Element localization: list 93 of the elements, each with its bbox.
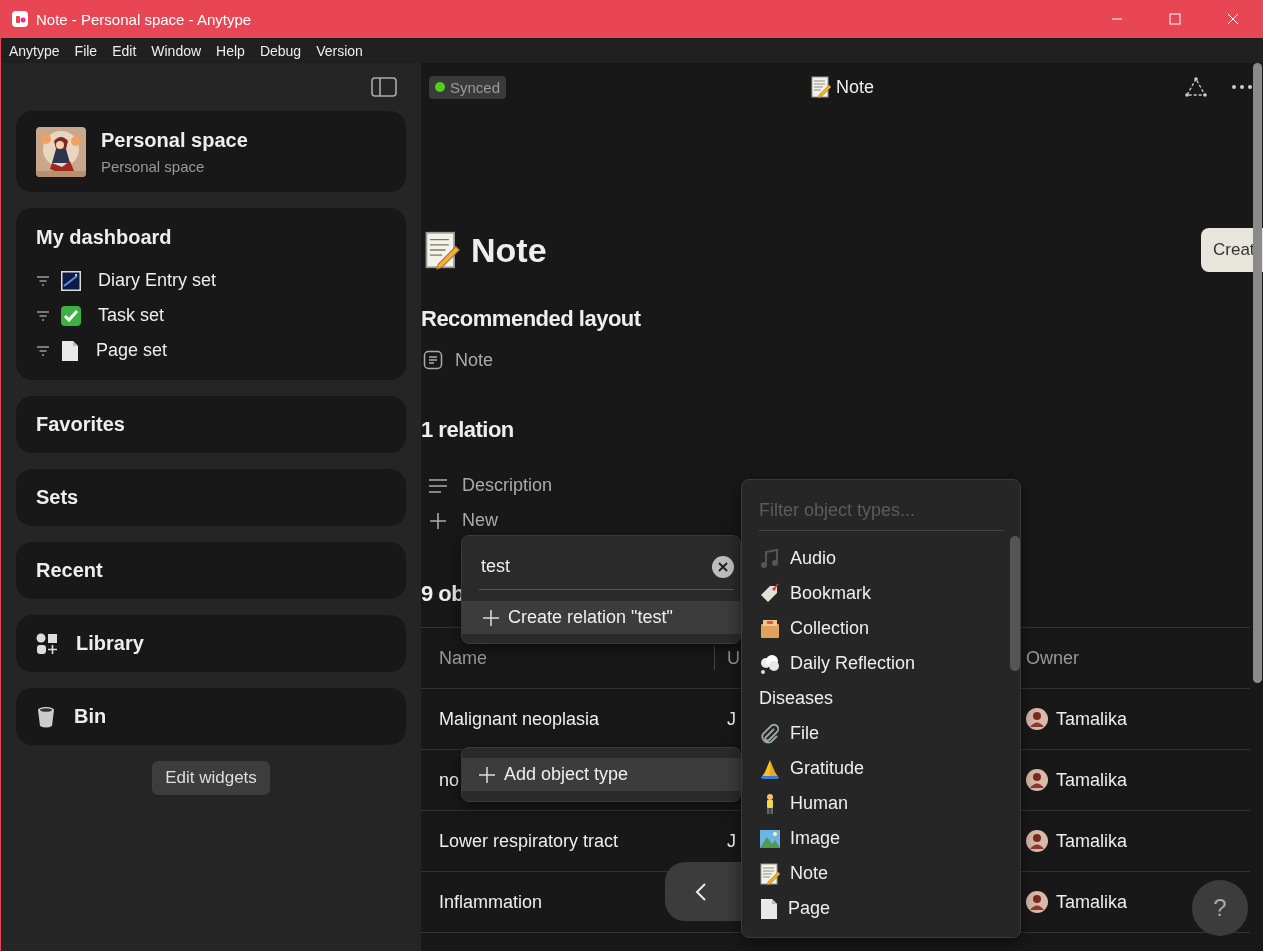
section-heading: Recommended layout (421, 306, 641, 332)
app-icon (12, 11, 28, 27)
sidebar-toggle-icon[interactable] (371, 77, 397, 97)
widget[interactable]: Sets (16, 469, 406, 526)
scrollbar[interactable] (1010, 536, 1020, 671)
menu-item[interactable]: Anytype (9, 42, 60, 59)
space-subtitle: Personal space (101, 157, 206, 175)
note-icon (810, 76, 832, 98)
widget[interactable]: Bin (16, 688, 406, 745)
avatar-icon (1026, 769, 1048, 791)
plus-icon (483, 609, 499, 626)
page-icon (60, 339, 80, 362)
section-heading: 1 relation (421, 417, 514, 443)
owner-name: Tamalika (1056, 708, 1128, 730)
library-icon (36, 632, 58, 655)
menu-item[interactable]: Help (216, 42, 245, 59)
object-type-item[interactable]: Page (742, 891, 1020, 926)
table-cell: Lower respiratory tract (439, 830, 619, 851)
box-icon (759, 617, 781, 640)
window-title: Note - Personal space - Anytype (36, 10, 253, 28)
avatar-icon (1026, 708, 1048, 730)
widget[interactable]: Library (16, 615, 406, 672)
object-type-item[interactable]: Note (742, 856, 1020, 891)
paperclip-icon (759, 722, 781, 745)
chevron-left-icon (695, 881, 707, 902)
plus-icon (479, 766, 495, 783)
table-cell: J (727, 830, 736, 851)
relation-search-field[interactable]: test (479, 555, 712, 578)
tag-icon (759, 582, 781, 605)
add-object-type-option[interactable]: Add object type (462, 758, 740, 791)
header-title: Note (836, 76, 875, 98)
dashboard-item[interactable]: Page set (36, 333, 386, 368)
person-icon (766, 793, 774, 814)
page-title: Note (471, 230, 547, 270)
widget-title[interactable]: My dashboard (36, 226, 172, 249)
clear-icon[interactable] (712, 555, 734, 578)
filter-icon (36, 345, 50, 356)
object-type-item[interactable]: Bookmark (742, 576, 1020, 611)
table-cell: Inflammation (439, 891, 543, 912)
new-relation-button[interactable]: New (429, 503, 498, 538)
object-type-item[interactable]: Human (742, 786, 1020, 821)
column-header[interactable]: Name (421, 646, 715, 670)
owner-name: Tamalika (1056, 830, 1128, 852)
music-note-icon (759, 547, 781, 570)
more-icon[interactable] (1231, 84, 1253, 90)
table-cell: Malignant neoplasia (439, 708, 600, 729)
dashboard-item[interactable]: Diary Entry set (36, 263, 386, 298)
object-type-item[interactable]: Gratitude (742, 751, 1020, 786)
close-icon[interactable] (1227, 13, 1239, 25)
dashboard-item[interactable]: Task set (36, 298, 386, 333)
object-type-item[interactable]: Image (742, 821, 1020, 856)
menu-item[interactable]: Debug (259, 42, 302, 59)
cloud-icon (759, 652, 781, 675)
starry-sky-icon (60, 269, 82, 292)
text-lines-icon (423, 350, 443, 370)
owner-name: Tamalika (1056, 891, 1128, 913)
widget[interactable]: Recent (16, 542, 406, 599)
maximize-icon[interactable] (1169, 13, 1181, 25)
object-type-item[interactable]: File (742, 716, 1020, 751)
edit-widgets-button[interactable]: Edit widgets (152, 761, 270, 795)
avatar-icon (1026, 830, 1048, 852)
check-icon (60, 304, 82, 327)
avatar-icon (1026, 891, 1048, 913)
menu-item[interactable]: Version (316, 42, 363, 59)
space-card[interactable]: Personal space Personal space (16, 111, 406, 192)
menu-item[interactable]: Window (151, 42, 202, 59)
owner-name: Tamalika (1056, 769, 1128, 791)
menu-item[interactable]: Edit (112, 42, 137, 59)
filter-icon (36, 275, 50, 286)
text-lines-icon (428, 477, 448, 494)
object-type-item[interactable]: Audio (742, 541, 1020, 576)
relation-item[interactable]: Description (428, 468, 553, 503)
layout-option[interactable]: Note (423, 345, 494, 375)
table-cell: J (727, 708, 736, 729)
widget[interactable]: Favorites (16, 396, 406, 453)
note-icon (423, 230, 461, 270)
object-type-item[interactable]: Collection (742, 611, 1020, 646)
menu-item[interactable]: File (74, 42, 98, 59)
help-button[interactable]: ? (1192, 880, 1248, 936)
table-cell: no (439, 769, 460, 790)
object-type-item[interactable]: Daily Reflection (742, 646, 1020, 681)
filter-icon (36, 310, 50, 321)
space-name: Personal space (101, 128, 248, 152)
sync-status[interactable]: Synced (429, 75, 507, 99)
bin-icon (36, 705, 56, 728)
page-icon (759, 897, 779, 920)
plus-icon (429, 511, 447, 530)
landscape-icon (759, 827, 781, 850)
note-icon (759, 862, 781, 885)
object-type-item[interactable]: Diseases (742, 681, 1020, 716)
create-relation-option[interactable]: Create relation "test" (462, 601, 740, 634)
scrollbar[interactable] (1253, 63, 1262, 683)
graph-icon[interactable] (1185, 77, 1207, 97)
